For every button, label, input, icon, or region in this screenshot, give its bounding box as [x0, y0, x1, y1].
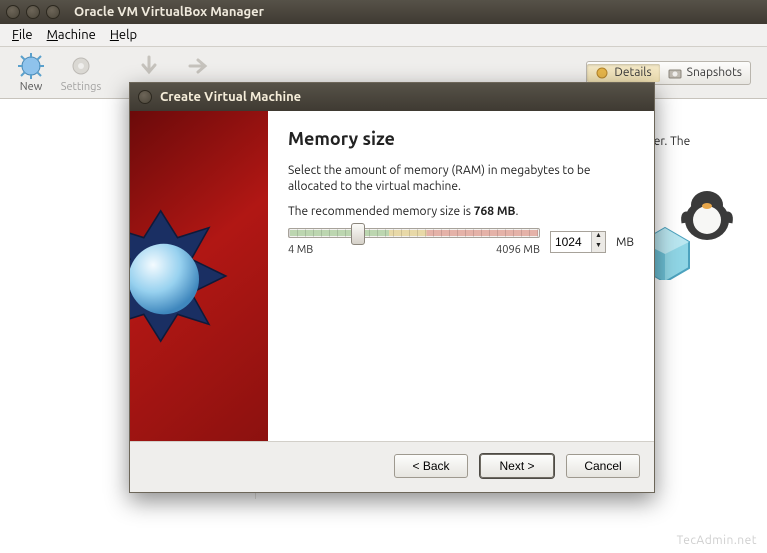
- settings-label: Settings: [61, 81, 102, 93]
- settings-button: Settings: [56, 53, 106, 93]
- dialog-title: Create Virtual Machine: [160, 90, 301, 104]
- maximize-icon[interactable]: [46, 5, 60, 19]
- window-title: Oracle VM VirtualBox Manager: [74, 5, 264, 19]
- gear-small-icon: [595, 66, 609, 80]
- next-button[interactable]: Next >: [480, 454, 554, 478]
- dialog-content: Memory size Select the amount of memory …: [268, 111, 654, 441]
- snapshots-label: Snapshots: [687, 66, 742, 79]
- dialog-description: Select the amount of memory (RAM) in meg…: [288, 163, 634, 195]
- minimize-icon[interactable]: [26, 5, 40, 19]
- dialog-heading: Memory size: [288, 129, 634, 149]
- menu-help[interactable]: Help: [104, 26, 143, 44]
- camera-icon: [668, 66, 682, 80]
- slider-thumb[interactable]: [351, 223, 365, 245]
- memory-spinner[interactable]: ▲ ▼: [550, 231, 606, 253]
- spin-down-icon[interactable]: ▼: [591, 242, 605, 252]
- recommended-text: The recommended memory size is 768 MB.: [288, 205, 634, 218]
- menu-machine[interactable]: Machine: [41, 26, 102, 44]
- new-label: New: [20, 81, 42, 93]
- dialog-footer: < Back Next > Cancel: [130, 441, 654, 492]
- close-icon[interactable]: [6, 5, 20, 19]
- snapshots-tab[interactable]: Snapshots: [660, 64, 750, 82]
- dialog-titlebar: Create Virtual Machine: [130, 83, 654, 111]
- cancel-button[interactable]: Cancel: [566, 454, 640, 478]
- view-toggle: Details Snapshots: [586, 61, 751, 85]
- watermark: TecAdmin.net: [677, 534, 757, 547]
- new-button[interactable]: New: [6, 53, 56, 93]
- slider-max-label: 4096 MB: [496, 244, 540, 256]
- menu-file[interactable]: File: [6, 26, 39, 44]
- slider-min-label: 4 MB: [288, 244, 313, 256]
- memory-slider[interactable]: 4 MB 4096 MB: [288, 228, 540, 256]
- sun-icon: [18, 53, 44, 79]
- close-icon[interactable]: [138, 90, 152, 104]
- starburst-icon: [130, 176, 268, 376]
- details-label: Details: [614, 66, 651, 79]
- dialog-side-graphic: [130, 111, 268, 441]
- menubar: FileMachineHelp: [0, 24, 767, 47]
- arrow-down-icon: [136, 53, 162, 79]
- create-vm-dialog: Create Virtual Machine Memory size: [129, 82, 655, 493]
- gear-icon: [68, 53, 94, 79]
- window-titlebar: Oracle VM VirtualBox Manager: [0, 0, 767, 24]
- details-tab[interactable]: Details: [587, 64, 659, 82]
- back-button[interactable]: < Back: [394, 454, 468, 478]
- memory-unit: MB: [616, 236, 634, 249]
- arrow-right-icon: [186, 53, 212, 79]
